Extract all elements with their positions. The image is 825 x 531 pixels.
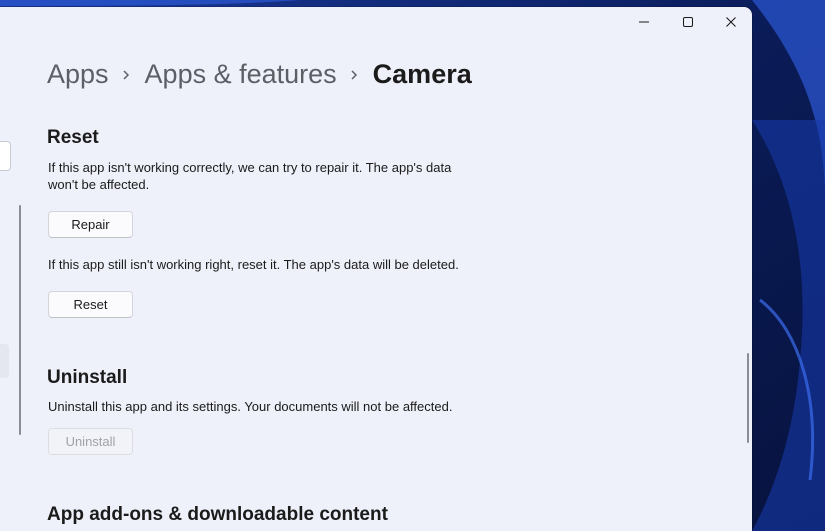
settings-window: Apps Apps & features Camera Reset If thi…	[0, 7, 752, 531]
content-scrollbar[interactable]	[747, 353, 749, 443]
search-box-edge[interactable]	[0, 141, 11, 171]
reset-section-title: Reset	[47, 127, 99, 148]
reset-button[interactable]: Reset	[48, 291, 133, 318]
maximize-button[interactable]	[666, 7, 710, 37]
chevron-right-icon	[121, 69, 131, 81]
addons-section-title: App add-ons & downloadable content	[47, 504, 388, 525]
breadcrumb-apps[interactable]: Apps	[47, 59, 109, 90]
reset-description: If this app still isn't working right, r…	[48, 257, 459, 272]
breadcrumb-current: Camera	[372, 59, 472, 89]
uninstall-description: Uninstall this app and its settings. You…	[48, 399, 453, 414]
nav-selected-edge[interactable]	[0, 344, 9, 378]
uninstall-button[interactable]: Uninstall	[48, 428, 133, 455]
uninstall-section-title: Uninstall	[47, 367, 128, 388]
nav-scrollbar[interactable]	[19, 205, 21, 435]
close-icon	[725, 16, 737, 28]
breadcrumb: Apps Apps & features Camera	[47, 59, 472, 90]
minimize-icon	[638, 16, 650, 28]
repair-button[interactable]: Repair	[48, 211, 133, 238]
minimize-button[interactable]	[622, 7, 666, 37]
maximize-icon	[682, 16, 694, 28]
breadcrumb-apps-features[interactable]: Apps & features	[145, 59, 337, 90]
close-button[interactable]	[709, 7, 752, 37]
chevron-right-icon	[349, 69, 359, 81]
repair-description: If this app isn't working correctly, we …	[48, 160, 452, 192]
